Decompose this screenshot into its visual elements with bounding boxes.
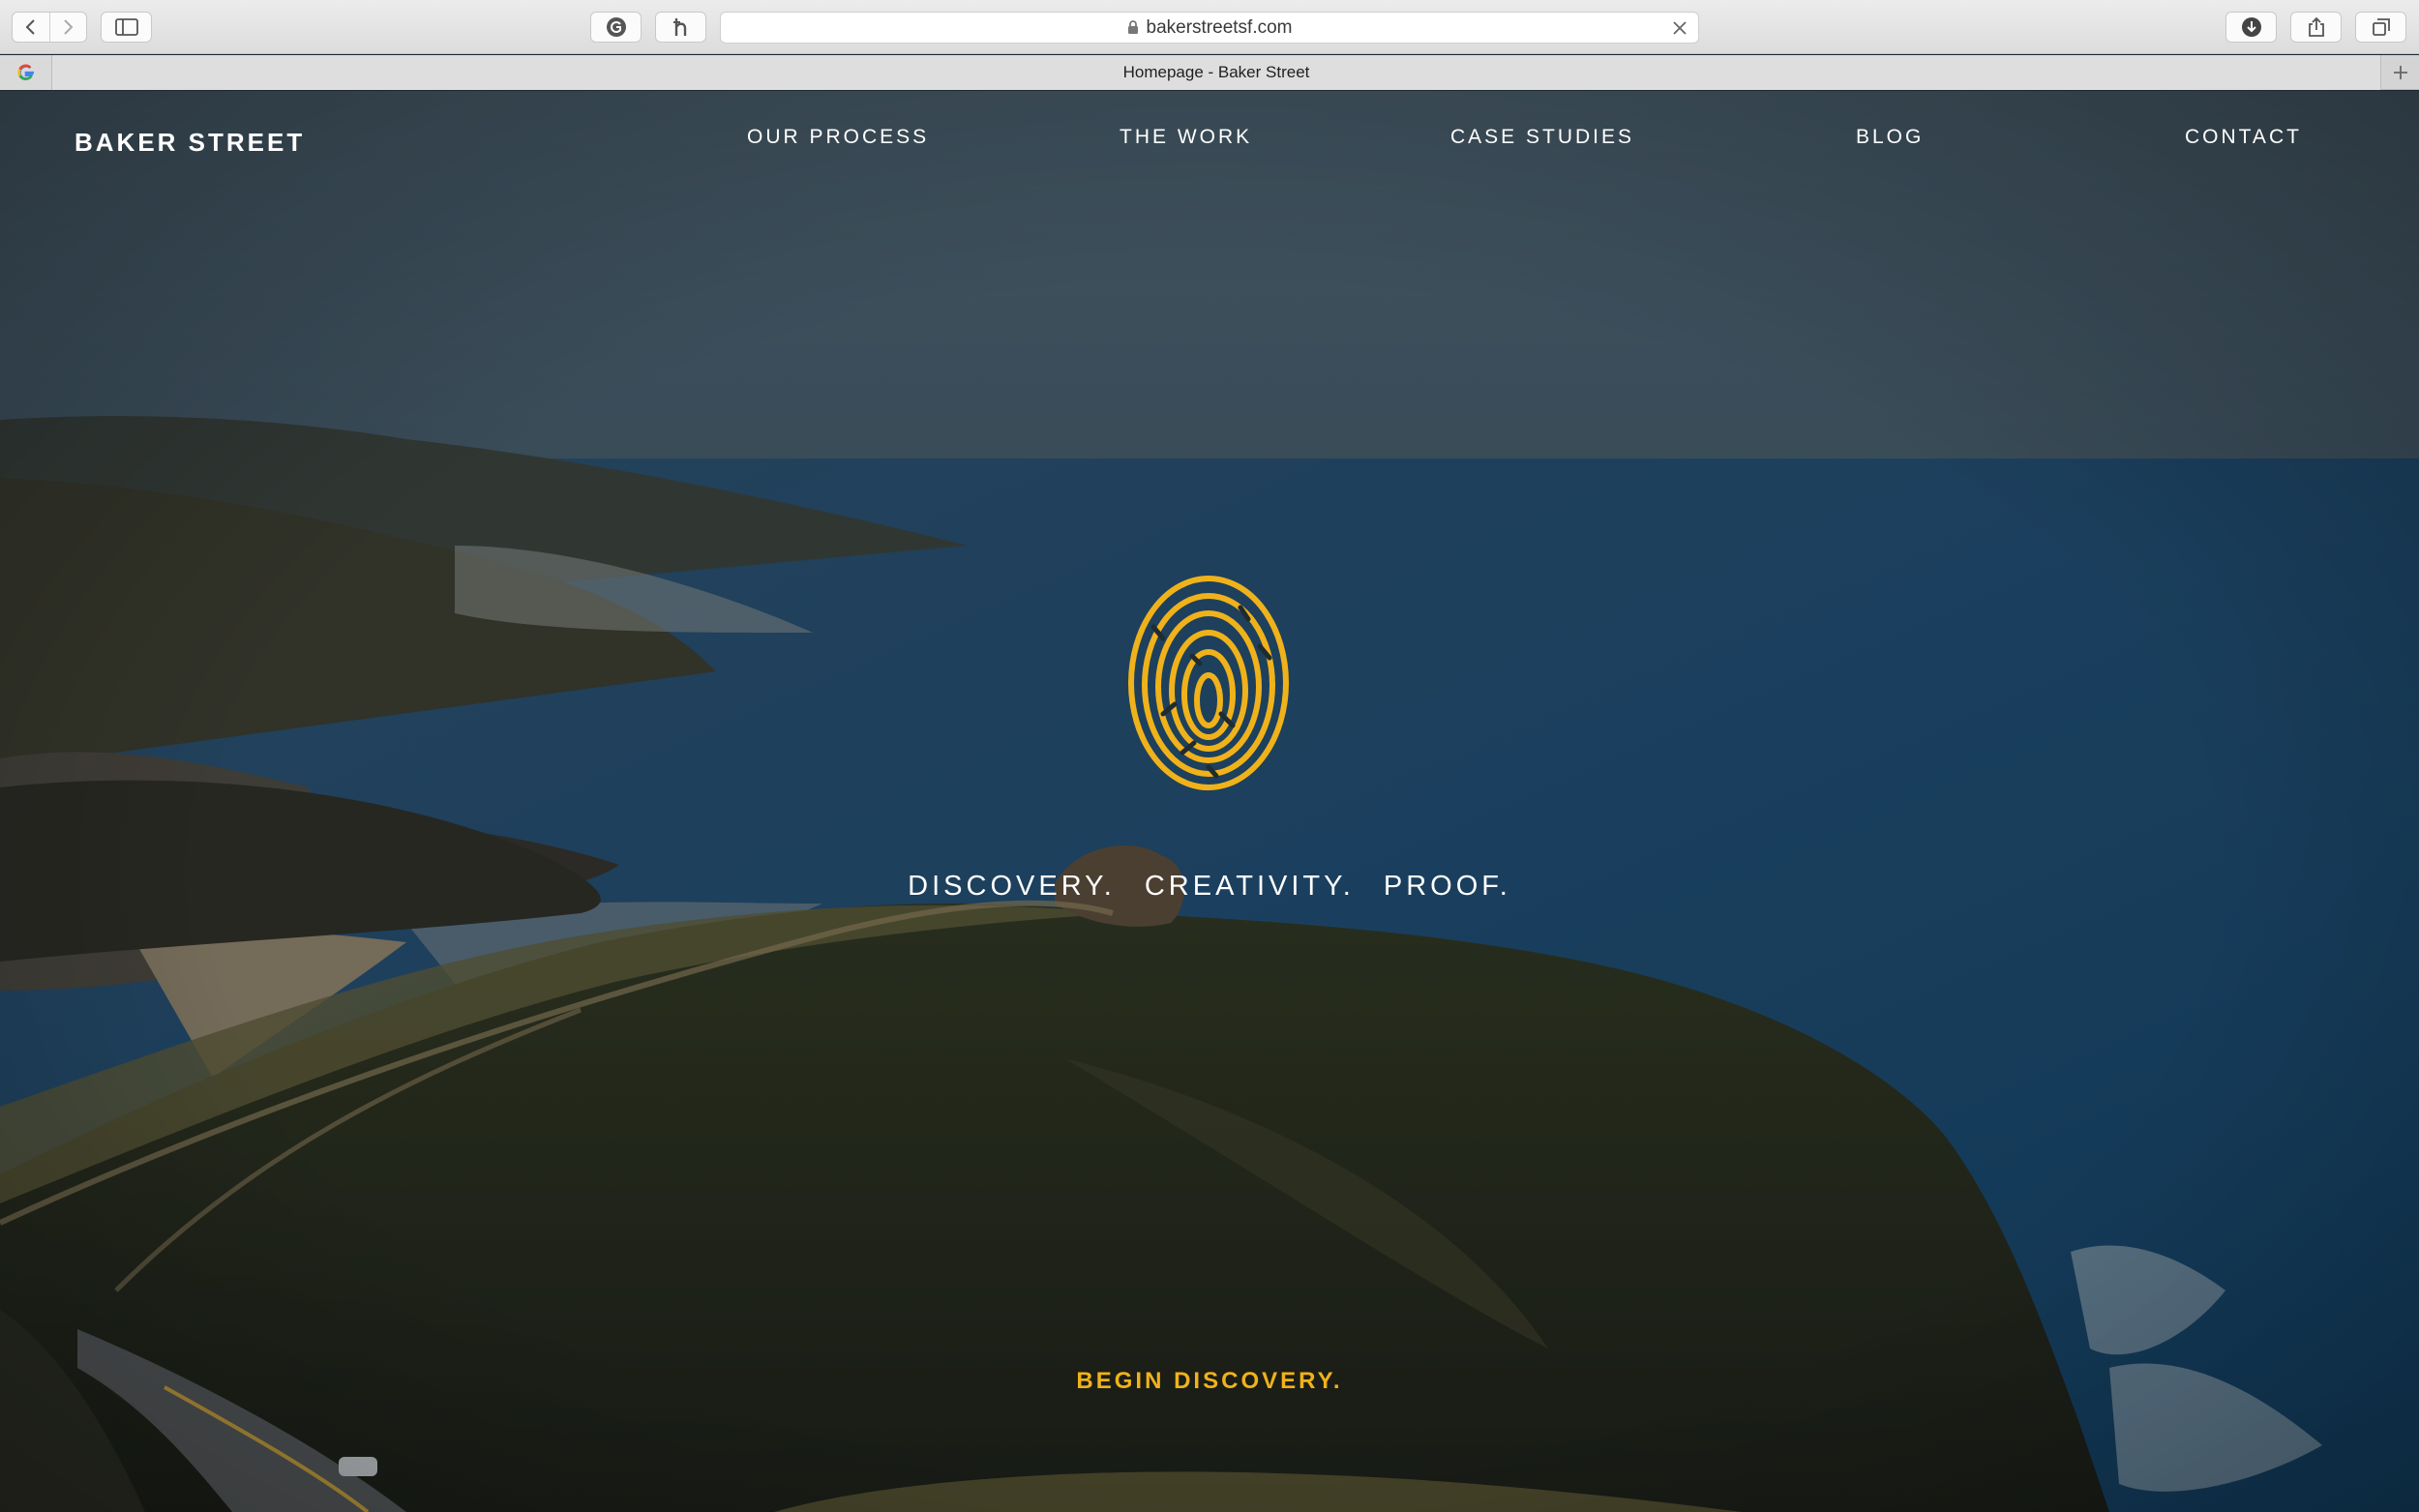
begin-discovery-link[interactable]: BEGIN DISCOVERY. [1076,1368,1342,1394]
honey-extension-button[interactable] [655,12,706,43]
history-nav [12,12,87,43]
new-tab-button[interactable] [2380,55,2419,90]
hero-overlay [0,91,2419,1512]
grammarly-extension-button[interactable] [590,12,642,43]
sidebar-button[interactable] [101,12,152,43]
nav-our-process[interactable]: OUR PROCESS [747,126,929,149]
pinned-tab-google[interactable] [0,55,52,90]
plus-icon [2393,66,2407,79]
browser-toolbar: bakerstreetsf.com [0,0,2419,54]
nav-case-studies[interactable]: CASE STUDIES [1450,126,1634,149]
downloads-button[interactable] [2225,12,2277,43]
fingerprint-icon [1128,576,1289,790]
back-icon [25,19,35,35]
download-icon [2241,17,2261,37]
site-header: BAKER STREET OUR PROCESS THE WORK CASE S… [0,91,2419,188]
tabs-icon [2372,18,2390,36]
show-tabs-button[interactable] [2355,12,2406,43]
google-favicon [16,64,34,80]
nav-blog[interactable]: BLOG [1856,126,1924,149]
tab-bar: Homepage - Baker Street [0,55,2419,90]
share-icon [2308,16,2324,37]
close-icon[interactable] [1671,19,1688,37]
forward-button[interactable] [48,13,86,42]
tab-title: Homepage - Baker Street [1122,63,1310,81]
hero-tagline: DISCOVERY. CREATIVITY. PROOF. [908,871,1511,902]
lock-icon [1127,20,1138,34]
site-logo[interactable]: BAKER STREET [75,128,305,158]
page-viewport: BAKER STREET OUR PROCESS THE WORK CASE S… [0,91,2419,1512]
forward-icon [64,19,74,35]
address-bar[interactable]: bakerstreetsf.com [720,12,1699,44]
back-button[interactable] [13,13,49,42]
nav-contact[interactable]: CONTACT [2185,126,2302,149]
url-text: bakerstreetsf.com [1146,16,1293,38]
grammarly-icon [606,17,626,37]
active-tab[interactable]: Homepage - Baker Street [52,55,2380,90]
sidebar-icon [114,18,138,36]
share-button[interactable] [2290,12,2342,43]
cta-container: BEGIN DISCOVERY. [0,1368,2419,1395]
honey-icon [672,18,686,36]
nav-the-work[interactable]: THE WORK [1120,126,1252,149]
